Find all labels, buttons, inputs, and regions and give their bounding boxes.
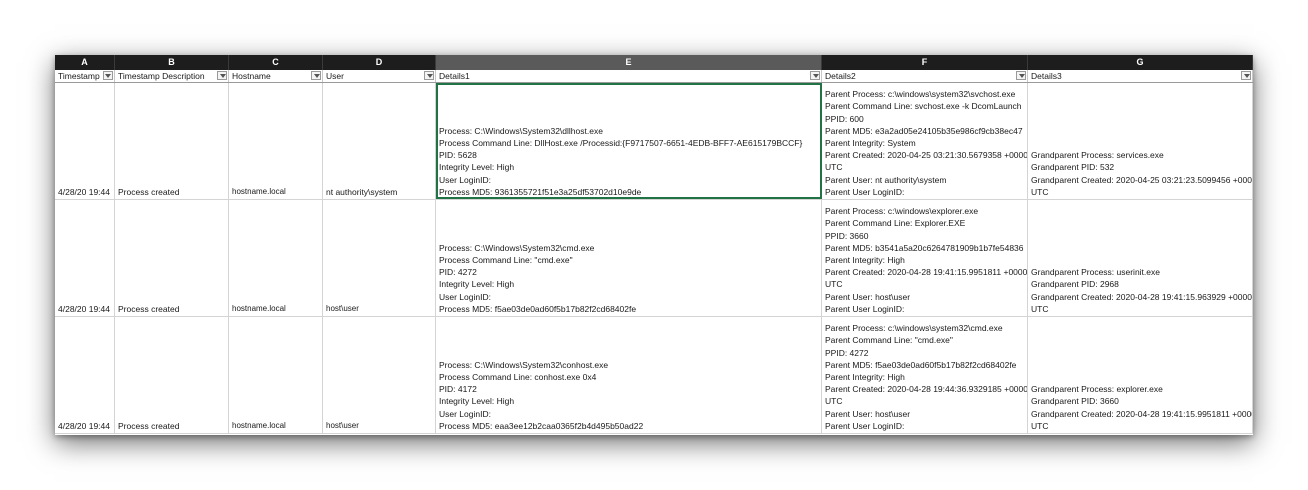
user-cell[interactable]: host\user xyxy=(323,200,436,316)
hostname-cell[interactable]: hostname.local xyxy=(229,83,323,199)
spreadsheet: A B C D E F G Timestamp Timestamp Descri… xyxy=(55,55,1253,435)
header-cell-hostname[interactable]: Hostname xyxy=(229,70,323,82)
filter-dropdown-icon[interactable] xyxy=(1016,71,1026,80)
filter-dropdown-icon[interactable] xyxy=(810,71,820,80)
header-label: Hostname xyxy=(232,71,271,81)
details2-cell[interactable]: Parent Process: c:\windows\system32\cmd.… xyxy=(822,317,1028,433)
header-label: Details1 xyxy=(439,71,470,81)
details1-cell[interactable]: Process: C:\Windows\System32\cmd.exe Pro… xyxy=(436,200,822,316)
column-header-e[interactable]: E xyxy=(436,55,822,70)
header-cell-timestamp-description[interactable]: Timestamp Description xyxy=(115,70,229,82)
filter-dropdown-icon[interactable] xyxy=(217,71,227,80)
details2-cell[interactable]: Parent Process: c:\windows\explorer.exe … xyxy=(822,200,1028,316)
column-header-a[interactable]: A xyxy=(55,55,115,70)
details3-cell[interactable]: Grandparent Process: services.exe Grandp… xyxy=(1028,83,1253,199)
user-cell[interactable]: host\user xyxy=(323,317,436,433)
column-header-c[interactable]: C xyxy=(229,55,323,70)
description-cell[interactable]: Process created xyxy=(115,83,229,199)
header-label: User xyxy=(326,71,344,81)
header-cell-details3[interactable]: Details3 xyxy=(1028,70,1253,82)
table-row: 4/28/20 19:44 Process created hostname.l… xyxy=(55,200,1253,317)
header-label: Timestamp Description xyxy=(118,71,205,81)
column-header-b[interactable]: B xyxy=(115,55,229,70)
details2-cell[interactable]: Parent Process: c:\windows\system32\svch… xyxy=(822,83,1028,199)
header-cell-timestamp[interactable]: Timestamp xyxy=(55,70,115,82)
column-letter-header-row: A B C D E F G xyxy=(55,55,1253,70)
description-cell[interactable]: Process created xyxy=(115,200,229,316)
header-cell-details2[interactable]: Details2 xyxy=(822,70,1028,82)
table-header-row: Timestamp Timestamp Description Hostname… xyxy=(55,70,1253,83)
filter-dropdown-icon[interactable] xyxy=(311,71,321,80)
hostname-cell[interactable]: hostname.local xyxy=(229,200,323,316)
table-row: 4/28/20 19:44 Process created hostname.l… xyxy=(55,83,1253,200)
header-label: Details3 xyxy=(1031,71,1062,81)
details3-cell[interactable]: Grandparent Process: explorer.exe Grandp… xyxy=(1028,317,1253,433)
timestamp-cell[interactable]: 4/28/20 19:44 xyxy=(55,200,115,316)
column-header-f[interactable]: F xyxy=(822,55,1028,70)
hostname-cell[interactable]: hostname.local xyxy=(229,317,323,433)
description-cell[interactable]: Process created xyxy=(115,317,229,433)
details1-cell[interactable]: Process: C:\Windows\System32\conhost.exe… xyxy=(436,317,822,433)
column-header-g[interactable]: G xyxy=(1028,55,1253,70)
table-row: 4/28/20 19:44 Process created hostname.l… xyxy=(55,317,1253,434)
timestamp-cell[interactable]: 4/28/20 19:44 xyxy=(55,317,115,433)
filter-dropdown-icon[interactable] xyxy=(1241,71,1251,80)
column-header-d[interactable]: D xyxy=(323,55,436,70)
details1-cell-selected[interactable]: Process: C:\Windows\System32\dllhost.exe… xyxy=(436,83,822,199)
user-cell[interactable]: nt authority\system xyxy=(323,83,436,199)
header-label: Details2 xyxy=(825,71,856,81)
header-label: Timestamp xyxy=(58,71,100,81)
details3-cell[interactable]: Grandparent Process: userinit.exe Grandp… xyxy=(1028,200,1253,316)
header-cell-user[interactable]: User xyxy=(323,70,436,82)
header-cell-details1[interactable]: Details1 xyxy=(436,70,822,82)
filter-dropdown-icon[interactable] xyxy=(424,71,434,80)
sort-filter-dropdown-icon[interactable] xyxy=(103,71,113,80)
timestamp-cell[interactable]: 4/28/20 19:44 xyxy=(55,83,115,199)
